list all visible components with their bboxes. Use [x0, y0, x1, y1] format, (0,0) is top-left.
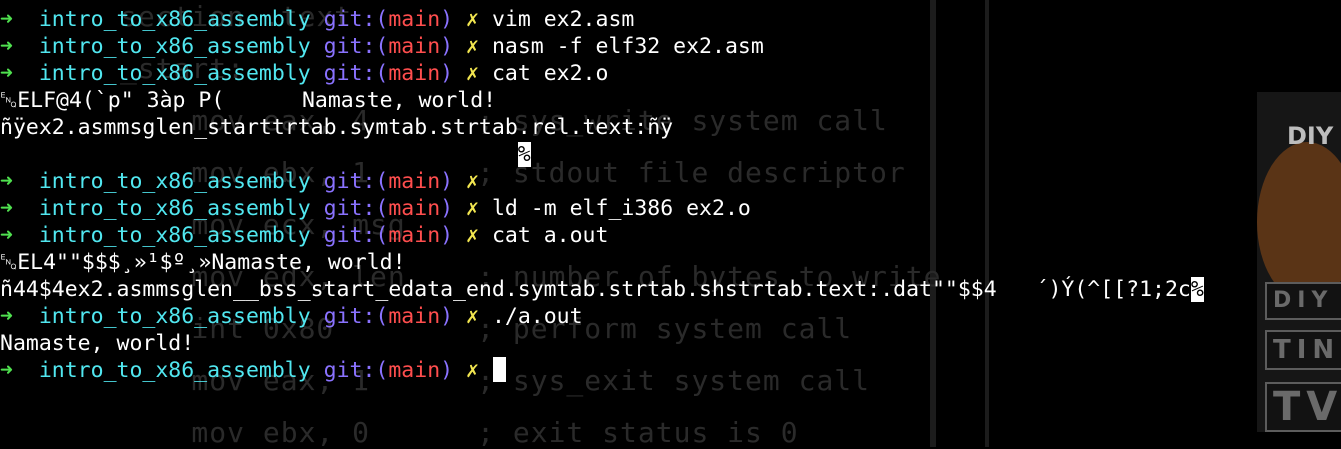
output-line: ␅ELF@4(`p" 3àp P( Namaste, world! [0, 87, 1204, 114]
output-text: ␅ELF@4(`p" 3àp P( Namaste, world! [0, 88, 497, 113]
prompt-arrow-icon: ➜ [0, 223, 13, 248]
prompt-command: vim ex2.asm [491, 7, 635, 32]
prompt-git-close: ) [440, 223, 454, 248]
prompt-branch: main [388, 61, 441, 86]
prompt-dirty-icon: ✗ [466, 196, 479, 221]
prompt-git-close: ) [440, 358, 454, 383]
prompt-arrow-icon: ➜ [0, 358, 13, 383]
prompt-git-label: git:( [323, 304, 389, 329]
terminal-output[interactable]: ➜ intro_to_x86_assembly git:(main) ✗ vim… [0, 6, 1204, 384]
no-newline-mark: % [1190, 277, 1204, 302]
output-text: ␅EL4""$$$¸»¹$º¸»Namaste, world! [0, 250, 406, 275]
prompt-line: ➜ intro_to_x86_assembly git:(main) ✗ vim… [0, 6, 1204, 33]
output-line: ñ44$4ex2.asmmsglen__bss_start_edata_end.… [0, 276, 1204, 303]
prompt-command: nasm -f elf32 ex2.asm [491, 34, 764, 59]
prompt-directory: intro_to_x86_assembly [38, 223, 311, 248]
prompt-directory: intro_to_x86_assembly [38, 169, 311, 194]
output-line: ñÿex2.asmmsglen_starttrtab.symtab.strtab… [0, 114, 1204, 141]
prompt-directory: intro_to_x86_assembly [38, 34, 311, 59]
output-text: ñ44$4ex2.asmmsglen__bss_start_edata_end.… [0, 277, 1191, 302]
prompt-branch: main [388, 7, 441, 32]
prompt-line: ➜ intro_to_x86_assembly git:(main) ✗ cat… [0, 60, 1204, 87]
thumbnail-box: TIN [1265, 330, 1341, 370]
thumbnail-box: DIY [1265, 282, 1341, 320]
prompt-git-label: git:( [323, 358, 389, 383]
prompt-command: cat a.out [491, 223, 609, 248]
prompt-command: cat ex2.o [491, 61, 609, 86]
prompt-line: ➜ intro_to_x86_assembly git:(main) ✗ cat… [0, 222, 1204, 249]
output-text: ñÿex2.asmmsglen_starttrtab.symtab.strtab… [0, 115, 674, 140]
prompt-line: ➜ intro_to_x86_assembly git:(main) ✗ nas… [0, 33, 1204, 60]
prompt-line: ➜ intro_to_x86_assembly git:(main) ✗ ld … [0, 195, 1204, 222]
prompt-arrow-icon: ➜ [0, 169, 13, 194]
prompt-git-label: git:( [323, 196, 389, 221]
prompt-git-label: git:( [323, 7, 389, 32]
thumbnail-orange-shape [1257, 142, 1341, 302]
prompt-git-label: git:( [323, 223, 389, 248]
prompt-git-close: ) [440, 7, 454, 32]
prompt-directory: intro_to_x86_assembly [38, 7, 311, 32]
prompt-branch: main [388, 196, 441, 221]
prompt-command: ld -m elf_i386 ex2.o [491, 196, 751, 221]
prompt-git-close: ) [440, 304, 454, 329]
prompt-directory: intro_to_x86_assembly [38, 61, 311, 86]
prompt-git-close: ) [440, 61, 454, 86]
terminal-cursor[interactable] [492, 357, 506, 382]
prompt-line: ➜ intro_to_x86_assembly git:(main) ✗ [0, 357, 1204, 384]
prompt-git-label: git:( [323, 61, 389, 86]
video-thumbnail: DIY DIY TIN TV [1257, 92, 1341, 432]
output-line: Namaste, world! [0, 330, 1204, 357]
prompt-command: ./a.out [491, 304, 583, 329]
prompt-dirty-icon: ✗ [466, 358, 479, 383]
prompt-dirty-icon: ✗ [466, 169, 479, 194]
prompt-directory: intro_to_x86_assembly [38, 196, 311, 221]
prompt-arrow-icon: ➜ [0, 196, 13, 221]
prompt-branch: main [388, 304, 441, 329]
prompt-arrow-icon: ➜ [0, 7, 13, 32]
thumbnail-box: TV [1265, 382, 1341, 432]
output-text: Namaste, world! [0, 331, 195, 356]
prompt-dirty-icon: ✗ [466, 61, 479, 86]
prompt-branch: main [388, 169, 441, 194]
prompt-directory: intro_to_x86_assembly [38, 358, 311, 383]
prompt-arrow-icon: ➜ [0, 61, 13, 86]
prompt-dirty-icon: ✗ [466, 7, 479, 32]
prompt-dirty-icon: ✗ [466, 304, 479, 329]
output-line: ␅EL4""$$$¸»¹$º¸»Namaste, world! [0, 249, 1204, 276]
prompt-arrow-icon: ➜ [0, 34, 13, 59]
prompt-git-close: ) [440, 169, 454, 194]
prompt-git-close: ) [440, 34, 454, 59]
background-code-line: mov ebx, 0 ; exit status is 0 [120, 416, 799, 449]
prompt-branch: main [388, 223, 441, 248]
prompt-arrow-icon: ➜ [0, 304, 13, 329]
thumbnail-title: DIY [1287, 122, 1334, 150]
output-line: % [0, 141, 1204, 168]
prompt-branch: main [388, 358, 441, 383]
prompt-line: ➜ intro_to_x86_assembly git:(main) ✗ ./a… [0, 303, 1204, 330]
prompt-git-label: git:( [323, 169, 389, 194]
prompt-directory: intro_to_x86_assembly [38, 304, 311, 329]
no-newline-mark: % [517, 142, 531, 167]
prompt-git-label: git:( [323, 34, 389, 59]
prompt-branch: main [388, 34, 441, 59]
prompt-dirty-icon: ✗ [466, 34, 479, 59]
prompt-dirty-icon: ✗ [466, 223, 479, 248]
prompt-git-close: ) [440, 196, 454, 221]
prompt-line: ➜ intro_to_x86_assembly git:(main) ✗ [0, 168, 1204, 195]
